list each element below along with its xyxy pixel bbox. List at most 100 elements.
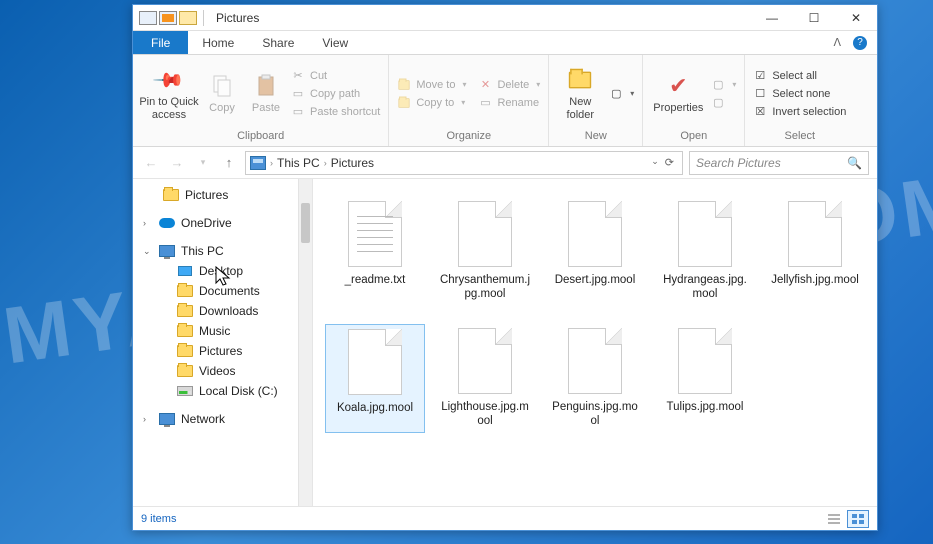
cut-label: Cut <box>310 70 327 82</box>
back-button[interactable]: ← <box>141 153 161 173</box>
invert-selection-button[interactable]: ☒Invert selection <box>751 104 848 120</box>
sidebar-item-onedrive[interactable]: ›OneDrive <box>133 213 312 233</box>
desktop-icon <box>177 264 193 278</box>
rename-button[interactable]: ▭Rename <box>476 95 542 111</box>
details-view-button[interactable] <box>823 510 845 528</box>
navigation-pane[interactable]: Pictures ›OneDrive ⌄ This PC Desktop Docu… <box>133 179 313 506</box>
select-none-button[interactable]: ☐Select none <box>751 86 848 102</box>
sidebar-item-network[interactable]: ›Network <box>133 409 312 429</box>
network-icon <box>159 412 175 426</box>
sidebar-label: This PC <box>181 244 224 258</box>
item-count: 9 items <box>141 513 176 525</box>
file-item[interactable]: Jellyfish.jpg.mool <box>765 197 865 306</box>
sidebar-item-music[interactable]: Music <box>133 321 312 341</box>
minimize-button[interactable]: — <box>751 5 793 31</box>
file-item[interactable]: Koala.jpg.mool <box>325 324 425 433</box>
close-button[interactable]: ✕ <box>835 5 877 31</box>
breadcrumb[interactable]: › This PC › Pictures ⌄ ⟳ <box>245 151 683 175</box>
pin-to-quick-access-button[interactable]: 📌 Pin to Quick access <box>139 59 199 128</box>
file-item[interactable]: Lighthouse.jpg.mool <box>435 324 535 433</box>
properties-button[interactable]: ✔ Properties <box>649 59 707 128</box>
sidebar-item-pictures-qa[interactable]: Pictures <box>133 185 312 205</box>
up-button[interactable]: ↑ <box>219 153 239 173</box>
select-all-button[interactable]: ☑Select all <box>751 68 848 84</box>
paste-shortcut-label: Paste shortcut <box>310 106 380 118</box>
tab-home[interactable]: Home <box>188 31 248 54</box>
sidebar-item-documents[interactable]: Documents <box>133 281 312 301</box>
help-icon[interactable]: ? <box>853 36 867 50</box>
sidebar-item-downloads[interactable]: Downloads <box>133 301 312 321</box>
sidebar-label: Pictures <box>199 344 242 358</box>
open-icon: ▢ <box>711 78 725 92</box>
sidebar-item-videos[interactable]: Videos <box>133 361 312 381</box>
qat-icon-1[interactable] <box>139 11 157 25</box>
file-item[interactable]: Hydrangeas.jpg.mool <box>655 197 755 306</box>
expand-icon[interactable]: › <box>143 414 153 424</box>
scrollbar-thumb[interactable] <box>301 203 310 243</box>
expand-icon[interactable]: › <box>143 218 153 228</box>
tab-share[interactable]: Share <box>248 31 308 54</box>
paste-icon <box>252 72 280 100</box>
paste-button[interactable]: Paste <box>245 59 287 128</box>
videos-icon <box>177 364 193 378</box>
file-icon <box>678 328 732 394</box>
explorer-window: Pictures — ☐ ✕ File Home Share View ᐱ ? … <box>132 4 878 531</box>
sidebar-scrollbar[interactable] <box>298 179 312 506</box>
file-item[interactable]: Chrysanthemum.jpg.mool <box>435 197 535 306</box>
file-item[interactable]: Penguins.jpg.mool <box>545 324 645 433</box>
tab-file[interactable]: File <box>133 31 188 54</box>
open-dropdown[interactable]: ▢▾ <box>709 77 738 93</box>
copy-icon <box>208 72 236 100</box>
file-item[interactable]: Tulips.jpg.mool <box>655 324 755 433</box>
new-item-dropdown[interactable]: ▢▾ <box>607 86 636 102</box>
file-icon <box>458 328 512 394</box>
refresh-icon[interactable]: ⟳ <box>665 156 674 169</box>
qat-folder-icon[interactable] <box>179 11 197 25</box>
file-name: Lighthouse.jpg.mool <box>439 400 531 429</box>
cut-button[interactable]: ✂Cut <box>289 68 382 84</box>
sidebar-label: Videos <box>199 364 235 378</box>
recent-dropdown[interactable]: ▾ <box>193 153 213 173</box>
select-none-icon: ☐ <box>753 87 767 101</box>
file-list[interactable]: _readme.txt Chrysanthemum.jpg.mool Desert.… <box>313 179 877 506</box>
delete-button[interactable]: ✕Delete▾ <box>476 77 542 93</box>
forward-button[interactable]: → <box>167 153 187 173</box>
file-icon <box>348 329 402 395</box>
sidebar-item-thispc[interactable]: ⌄ This PC <box>133 241 312 261</box>
icons-view-button[interactable] <box>847 510 869 528</box>
search-input[interactable]: Search Pictures 🔍 <box>689 151 869 175</box>
crumb-thispc[interactable]: This PC <box>277 156 320 170</box>
edit-button[interactable]: ▢ <box>709 95 738 111</box>
crumb-dropdown-icon[interactable]: ⌄ <box>651 156 659 169</box>
collapse-icon[interactable]: ⌄ <box>143 246 153 257</box>
cloud-icon <box>159 216 175 230</box>
paste-shortcut-button[interactable]: ▭ Paste shortcut <box>289 104 382 120</box>
copy-button[interactable]: Copy <box>201 59 243 128</box>
edit-icon: ▢ <box>711 96 725 110</box>
file-name: Hydrangeas.jpg.mool <box>659 273 751 302</box>
new-item-icon: ▢ <box>609 87 623 101</box>
tab-view[interactable]: View <box>308 31 362 54</box>
crumb-sep-1: › <box>270 158 273 168</box>
window-title: Pictures <box>208 11 259 25</box>
sidebar-item-pictures[interactable]: Pictures <box>133 341 312 361</box>
file-name: Chrysanthemum.jpg.mool <box>439 273 531 302</box>
titlebar: Pictures — ☐ ✕ <box>133 5 877 31</box>
qat-icon-2[interactable] <box>159 11 177 25</box>
move-to-button[interactable]: Move to▾ <box>395 77 468 93</box>
copy-to-button[interactable]: Copy to▾ <box>395 95 468 111</box>
new-folder-button[interactable]: New folder <box>555 59 605 128</box>
sidebar-item-localdisk[interactable]: Local Disk (C:) <box>133 381 312 401</box>
file-item[interactable]: Desert.jpg.mool <box>545 197 645 306</box>
qat-separator <box>203 10 204 26</box>
crumb-pictures[interactable]: Pictures <box>331 156 374 170</box>
maximize-button[interactable]: ☐ <box>793 5 835 31</box>
file-icon <box>568 328 622 394</box>
documents-icon <box>177 284 193 298</box>
copy-path-button[interactable]: ▭Copy path <box>289 86 382 102</box>
file-item[interactable]: _readme.txt <box>325 197 425 306</box>
collapse-ribbon-icon[interactable]: ᐱ <box>833 36 841 49</box>
select-all-label: Select all <box>772 70 817 82</box>
paste-shortcut-icon: ▭ <box>291 105 305 119</box>
sidebar-item-desktop[interactable]: Desktop <box>133 261 312 281</box>
